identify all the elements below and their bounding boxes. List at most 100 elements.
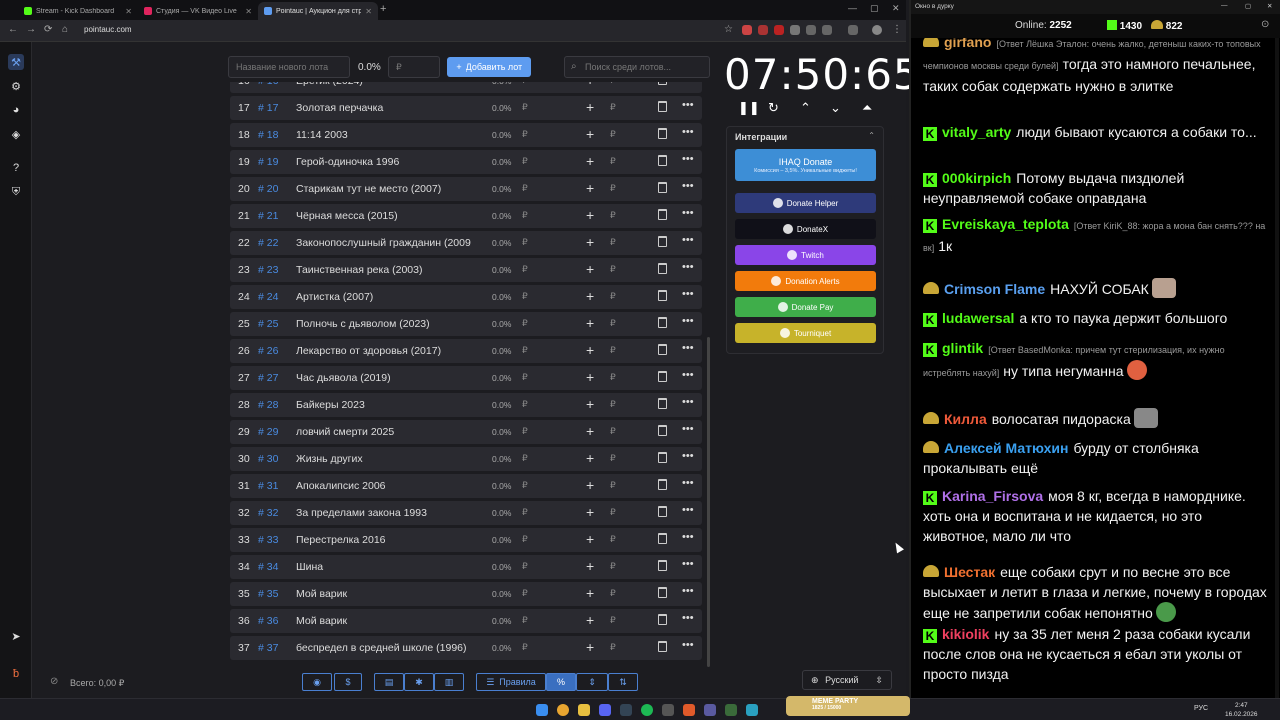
lot-add-amount-input[interactable]: ₽: [610, 399, 616, 410]
lot-name[interactable]: Байкеры 2023: [296, 399, 476, 411]
more-options-icon[interactable]: •••: [682, 612, 694, 624]
add-to-lot-plus-icon[interactable]: +: [586, 477, 594, 493]
lot-add-amount-input[interactable]: ₽: [610, 345, 616, 356]
chat-username[interactable]: Алексей Матюхин: [944, 440, 1068, 456]
url-field[interactable]: pointauc.com: [84, 25, 132, 34]
lot-add-amount-input[interactable]: ₽: [610, 156, 616, 167]
integration-tourniquet-button[interactable]: Tourniquet: [735, 323, 876, 343]
delete-trash-icon[interactable]: [658, 425, 667, 436]
rules-button[interactable]: ☰ Правила: [476, 673, 546, 691]
lot-name[interactable]: Таинственная река (2003): [296, 264, 476, 276]
lot-add-amount-input[interactable]: ₽: [610, 237, 616, 248]
delete-trash-icon[interactable]: [658, 209, 667, 220]
lot-name[interactable]: Час дьявола (2019): [296, 372, 476, 384]
lot-add-amount-input[interactable]: ₽: [610, 480, 616, 491]
chat-username[interactable]: Шестак: [944, 564, 995, 580]
add-to-lot-plus-icon[interactable]: +: [586, 612, 594, 628]
more-options-icon[interactable]: •••: [682, 126, 694, 138]
lot-name[interactable]: Герой-одиночка 1996: [296, 156, 476, 168]
lot-add-amount-input[interactable]: ₽: [610, 82, 616, 86]
add-to-lot-plus-icon[interactable]: +: [586, 180, 594, 196]
chat-username[interactable]: vitaly_arty: [942, 124, 1011, 140]
tab-vk-studio[interactable]: Студия — VK Видео Live ✕: [138, 2, 258, 20]
sidebar-panel-icon[interactable]: [822, 25, 832, 35]
close-icon[interactable]: ✕: [125, 7, 132, 16]
more-options-icon[interactable]: •••: [682, 153, 694, 165]
chat-username[interactable]: 000kirpich: [942, 170, 1011, 186]
shield-icon[interactable]: ⛨: [8, 184, 24, 200]
more-options-icon[interactable]: •••: [682, 396, 694, 408]
forward-icon[interactable]: →: [26, 24, 36, 35]
lot-add-amount-input[interactable]: ₽: [610, 291, 616, 302]
new-lot-name-input[interactable]: Название нового лота: [228, 56, 350, 78]
add-to-lot-plus-icon[interactable]: +: [586, 396, 594, 412]
discord-icon[interactable]: [599, 704, 611, 716]
more-options-icon[interactable]: •••: [682, 423, 694, 435]
more-options-icon[interactable]: •••: [682, 450, 694, 462]
lot-name[interactable]: Шина: [296, 561, 476, 573]
boosty-icon[interactable]: ƀ: [8, 666, 24, 682]
lot-add-amount-input[interactable]: ₽: [610, 372, 616, 383]
more-options-icon[interactable]: •••: [682, 531, 694, 543]
more-options-icon[interactable]: •••: [682, 558, 694, 570]
delete-trash-icon[interactable]: [658, 290, 667, 301]
lot-name[interactable]: Артистка (2007): [296, 291, 476, 303]
delete-trash-icon[interactable]: [658, 236, 667, 247]
lot-add-amount-input[interactable]: ₽: [610, 264, 616, 275]
add-lot-button[interactable]: + Добавить лот: [447, 57, 531, 77]
lot-name[interactable]: Перестрелка 2016: [296, 534, 476, 546]
lot-add-amount-input[interactable]: ₽: [610, 561, 616, 572]
add-to-lot-plus-icon[interactable]: +: [586, 423, 594, 439]
lot-add-amount-input[interactable]: ₽: [610, 426, 616, 437]
lot-name[interactable]: Жизнь других: [296, 453, 476, 465]
lot-search-input[interactable]: ⌕ Поиск среди лотов...: [564, 56, 710, 78]
telegram-icon[interactable]: ➤: [8, 628, 24, 644]
download-icon[interactable]: [848, 25, 858, 35]
currency-button[interactable]: $: [334, 673, 362, 691]
lot-add-amount-input[interactable]: ₽: [610, 183, 616, 194]
timer-down-icon[interactable]: ⌄: [830, 100, 841, 116]
add-to-lot-plus-icon[interactable]: +: [586, 315, 594, 331]
chat-username[interactable]: Килла: [944, 411, 987, 427]
add-to-lot-plus-icon[interactable]: +: [586, 126, 594, 142]
close-icon[interactable]: ✕: [365, 7, 372, 16]
lot-add-amount-input[interactable]: ₽: [610, 210, 616, 221]
add-to-lot-plus-icon[interactable]: +: [586, 558, 594, 574]
timer-up-double-icon[interactable]: ⏶: [862, 100, 872, 116]
lot-name[interactable]: Мой варик: [296, 615, 476, 627]
add-to-lot-plus-icon[interactable]: +: [586, 639, 594, 655]
spotify-icon[interactable]: [641, 704, 653, 716]
layers-icon[interactable]: ◈: [8, 126, 24, 142]
delete-trash-icon[interactable]: [658, 533, 667, 544]
add-to-lot-plus-icon[interactable]: +: [586, 288, 594, 304]
close-window-icon[interactable]: ✕: [1267, 2, 1272, 10]
minimize-icon[interactable]: —: [1221, 2, 1228, 9]
lot-add-amount-input[interactable]: ₽: [610, 642, 616, 653]
lot-name[interactable]: Полночь с дьяволом (2023): [296, 318, 476, 330]
timer-up-icon[interactable]: ⌃: [800, 100, 811, 116]
new-tab-button[interactable]: +: [380, 3, 386, 15]
bookmark-star-icon[interactable]: ☆: [724, 24, 733, 35]
obs-icon[interactable]: [662, 704, 674, 716]
lot-add-amount-input[interactable]: ₽: [610, 507, 616, 518]
delete-trash-icon[interactable]: [658, 506, 667, 517]
more-options-icon[interactable]: •••: [682, 504, 694, 516]
extension-icon[interactable]: [790, 25, 800, 35]
app-icon[interactable]: [725, 704, 737, 716]
lots-scrollbar[interactable]: [707, 337, 710, 667]
save-button[interactable]: ▤: [374, 673, 404, 691]
chat-username[interactable]: glintik: [942, 340, 983, 356]
add-to-lot-plus-icon[interactable]: +: [586, 585, 594, 601]
lot-name[interactable]: Апокалипсис 2006: [296, 480, 476, 492]
delete-trash-icon[interactable]: [658, 101, 667, 112]
start-windows-icon[interactable]: [536, 704, 548, 716]
percent-toggle[interactable]: %: [546, 673, 576, 691]
lot-amount-input[interactable]: ₽: [388, 56, 440, 78]
more-options-icon[interactable]: •••: [682, 639, 694, 651]
app-icon[interactable]: [683, 704, 695, 716]
lot-name[interactable]: ловчий смерти 2025: [296, 426, 476, 438]
more-options-icon[interactable]: •••: [682, 261, 694, 273]
delete-trash-icon[interactable]: [658, 398, 667, 409]
close-icon[interactable]: ✕: [245, 7, 252, 16]
add-to-lot-plus-icon[interactable]: +: [586, 504, 594, 520]
